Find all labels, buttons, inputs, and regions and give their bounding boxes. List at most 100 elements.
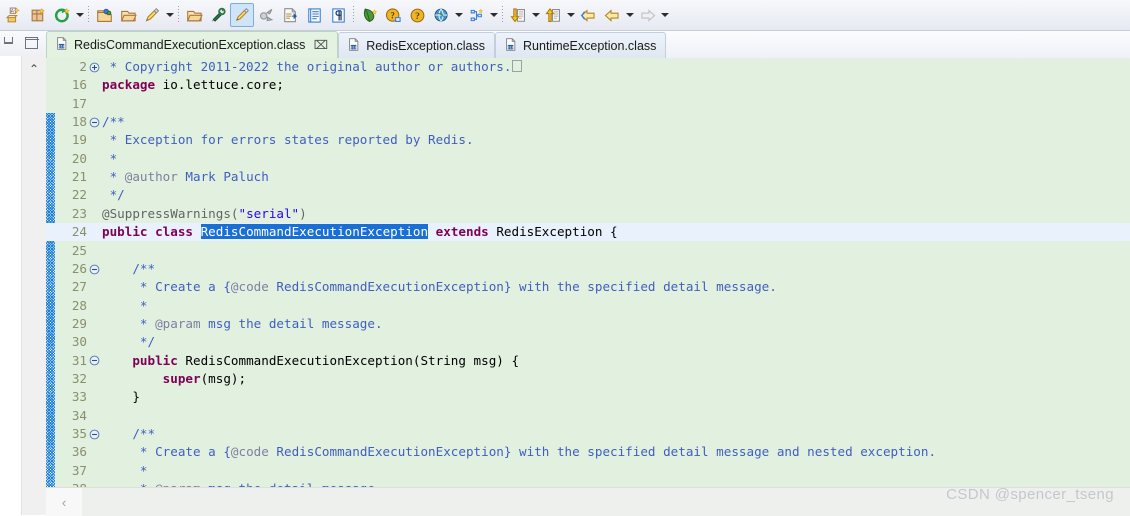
code-text[interactable]: * @author Mark Paluch	[102, 168, 1130, 186]
run-dropdown-icon[interactable]	[164, 3, 175, 27]
back-to-icon[interactable]	[576, 3, 600, 27]
editor-tab-label: RuntimeException.class	[523, 38, 657, 53]
fold-toggle-minus-icon[interactable]	[89, 113, 100, 131]
editor-tab-0[interactable]: 010 RedisCommandExecutionException.class ⌧	[46, 31, 339, 58]
code-line[interactable]: 24 public class RedisCommandExecutionExce…	[46, 223, 1130, 242]
code-text[interactable]: /**	[102, 260, 1130, 278]
code-text[interactable]: super(msg);	[102, 370, 1130, 388]
code-text[interactable]: * Exception for errors states reported b…	[102, 131, 1130, 149]
code-text[interactable]: public RedisCommandExecutionException(St…	[102, 352, 1130, 370]
code-text[interactable]: * Create a {@code RedisCommandExecutionE…	[102, 443, 1130, 461]
close-icon[interactable]: ⌧	[314, 39, 329, 51]
code-line[interactable]: 20 *	[46, 150, 1130, 168]
code-line[interactable]: 38 * @param msg the detail message.	[46, 480, 1130, 487]
new-java-class-icon[interactable]	[278, 3, 302, 27]
fold-toggle-minus-icon[interactable]	[89, 352, 100, 370]
back-icon[interactable]	[600, 3, 624, 27]
line-number: 2	[79, 59, 87, 74]
fold-toggle-minus-icon[interactable]	[89, 425, 100, 443]
maximize-icon[interactable]	[25, 37, 39, 50]
code-line[interactable]: 33 }	[46, 388, 1130, 406]
show-whitespace-icon[interactable]	[326, 3, 350, 27]
open-resource-icon[interactable]	[116, 3, 140, 27]
code-text[interactable]: * Create a {@code RedisCommandExecutionE…	[102, 278, 1130, 296]
help-icon[interactable]: ?	[405, 3, 429, 27]
code-line[interactable]: 21 * @author Mark Paluch	[46, 168, 1130, 186]
code-line[interactable]: 28 *	[46, 297, 1130, 315]
minimize-icon[interactable]	[4, 37, 18, 50]
code-line[interactable]: 2 * Copyright 2011-2022 the original aut…	[46, 58, 1130, 76]
code-text[interactable]: package io.lettuce.core;	[102, 76, 1130, 94]
code-viewport[interactable]: 2 * Copyright 2011-2022 the original aut…	[46, 58, 1130, 487]
code-line[interactable]: 16 package io.lettuce.core;	[46, 76, 1130, 94]
hierarchy-icon[interactable]	[464, 3, 488, 27]
horizontal-scrollbar[interactable]: ‹	[46, 487, 1130, 516]
code-line[interactable]: 17	[46, 95, 1130, 113]
skip-breakpoints-icon[interactable]	[254, 3, 278, 27]
code-line[interactable]: 18 /**	[46, 113, 1130, 131]
collapsed-view-rail[interactable]: ⌃	[21, 56, 46, 515]
code-text[interactable]: *	[102, 297, 1130, 315]
next-annotation-icon[interactable]	[506, 3, 530, 27]
chevron-up-icon[interactable]: ⌃	[29, 63, 39, 515]
open-type-icon[interactable]	[92, 3, 116, 27]
code-text[interactable]: public class RedisCommandExecutionExcept…	[102, 223, 1130, 241]
refresh-icon[interactable]	[50, 3, 74, 27]
code-line[interactable]: 22 */	[46, 186, 1130, 204]
code-line[interactable]: 36 * Create a {@code RedisCommandExecuti…	[46, 443, 1130, 461]
search-help-icon[interactable]: ?	[381, 3, 405, 27]
editor-tab-label: RedisCommandExecutionException.class	[74, 38, 306, 52]
debug-icon[interactable]	[182, 3, 206, 27]
code-text[interactable]: * @param msg the detail message.	[102, 480, 1130, 487]
code-line[interactable]: 32 super(msg);	[46, 370, 1130, 388]
code-text[interactable]: * Copyright 2011-2022 the original autho…	[102, 58, 1130, 76]
code-lines[interactable]: 2 * Copyright 2011-2022 the original aut…	[46, 58, 1130, 487]
toggle-mark-occurrences-icon[interactable]	[230, 3, 254, 27]
new-java-project-icon[interactable]: A	[2, 3, 26, 27]
new-package-icon[interactable]	[26, 3, 50, 27]
code-text[interactable]: * @param msg the detail message.	[102, 315, 1130, 333]
code-line[interactable]: 19 * Exception for errors states reporte…	[46, 131, 1130, 149]
scroll-track[interactable]	[82, 488, 1130, 516]
code-line[interactable]: 25	[46, 242, 1130, 260]
open-browser-dropdown-icon[interactable]	[453, 3, 464, 27]
refresh-dropdown-icon[interactable]	[74, 3, 85, 27]
code-text[interactable]: /**	[102, 425, 1130, 443]
open-task-icon[interactable]	[302, 3, 326, 27]
code-text[interactable]: *	[102, 150, 1130, 168]
previous-annotation-dropdown-icon[interactable]	[565, 3, 576, 27]
hierarchy-dropdown-icon[interactable]	[488, 3, 499, 27]
code-line[interactable]: 37 *	[46, 462, 1130, 480]
editor-tab-1[interactable]: 010 RedisException.class	[338, 32, 496, 58]
code-line[interactable]: 26 /**	[46, 260, 1130, 278]
folded-region-marker[interactable]	[512, 60, 523, 72]
code-text[interactable]: @SuppressWarnings("serial")	[102, 205, 1130, 223]
code-text[interactable]: */	[102, 186, 1130, 204]
forward-dropdown-icon[interactable]	[659, 3, 670, 27]
run-icon[interactable]	[140, 3, 164, 27]
code-line[interactable]: 30 */	[46, 333, 1130, 351]
back-dropdown-icon[interactable]	[624, 3, 635, 27]
fold-toggle-minus-icon[interactable]	[89, 260, 100, 278]
code-text[interactable]: /**	[102, 113, 1130, 131]
previous-annotation-icon[interactable]	[541, 3, 565, 27]
code-line[interactable]: 23 @SuppressWarnings("serial")	[46, 205, 1130, 223]
code-line[interactable]: 29 * @param msg the detail message.	[46, 315, 1130, 333]
fold-toggle-plus-icon[interactable]	[89, 58, 100, 76]
code-line[interactable]: 31 public RedisCommandExecutionException…	[46, 352, 1130, 370]
git-icon[interactable]	[357, 3, 381, 27]
line-number: 17	[71, 95, 87, 111]
code-line[interactable]: 35 /**	[46, 425, 1130, 443]
code-text[interactable]: *	[102, 462, 1130, 480]
forward-icon[interactable]	[635, 3, 659, 27]
editor-tab-2[interactable]: 010 RuntimeException.class	[495, 32, 667, 58]
line-number: 19	[71, 132, 87, 148]
code-text[interactable]: */	[102, 333, 1130, 351]
code-text[interactable]: }	[102, 388, 1130, 406]
next-annotation-dropdown-icon[interactable]	[530, 3, 541, 27]
scroll-left-icon[interactable]: ‹	[46, 488, 82, 516]
external-tools-icon[interactable]	[206, 3, 230, 27]
code-line[interactable]: 27 * Create a {@code RedisCommandExecuti…	[46, 278, 1130, 296]
open-browser-icon[interactable]	[429, 3, 453, 27]
code-line[interactable]: 34	[46, 407, 1130, 425]
